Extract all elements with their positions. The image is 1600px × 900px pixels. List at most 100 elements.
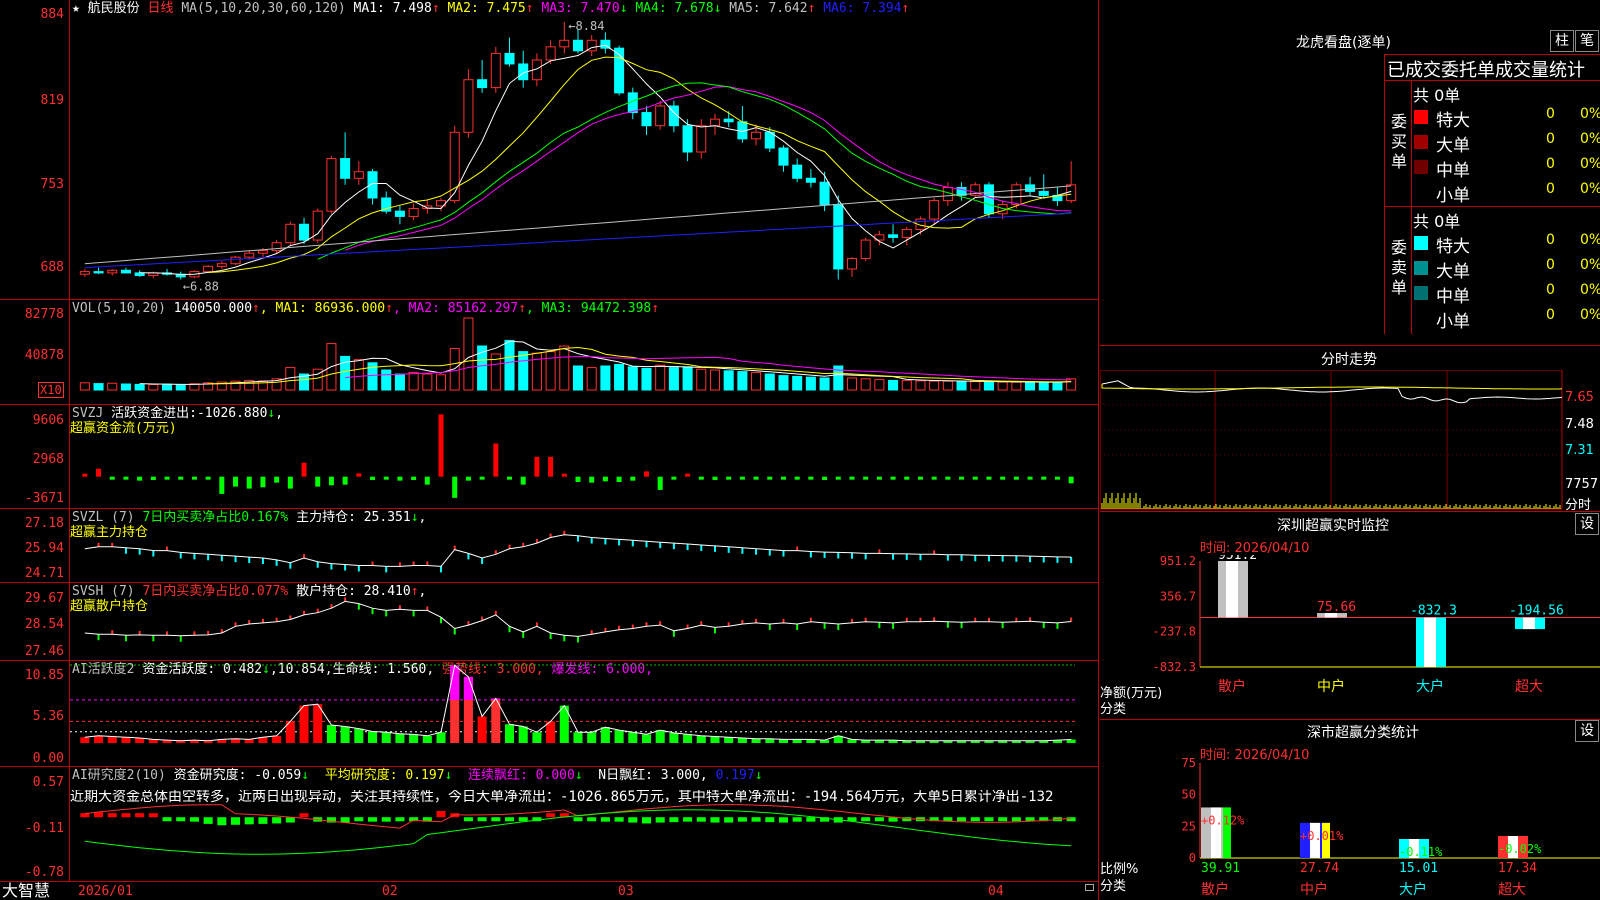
svzj-chart[interactable] <box>70 405 1098 508</box>
research-bar <box>957 817 967 822</box>
brand-logo: 大智慧 <box>2 881 51 900</box>
fundflow-bar <box>520 476 526 485</box>
activity-bar <box>724 737 734 743</box>
candle-body <box>203 265 214 273</box>
candle-body <box>833 204 844 270</box>
class-bar-label: 15.01 <box>1399 861 1438 876</box>
order-side-label: 委卖单 <box>1390 238 1407 297</box>
candle-body <box>805 177 816 183</box>
research-bar <box>655 817 665 823</box>
lock-icon[interactable] <box>1085 884 1094 891</box>
candle-body <box>901 229 912 238</box>
research-bar <box>340 817 350 823</box>
tick-mode-button[interactable]: 笔 <box>1575 30 1599 52</box>
svzj-y-tick: -3671 <box>24 491 64 506</box>
research-bar <box>381 817 391 822</box>
holding-line <box>84 600 1072 637</box>
activity-bar <box>326 725 336 743</box>
volume-bar <box>175 384 186 391</box>
candlestick-chart[interactable]: ←8.84 ←6.88 <box>70 0 1098 298</box>
volume-bar <box>915 380 926 391</box>
volume-bar <box>162 383 173 391</box>
bar-mode-button[interactable]: 柱 <box>1550 30 1574 52</box>
ai1-chart[interactable] <box>70 661 1098 766</box>
monitor-settings-button[interactable]: 设 <box>1575 513 1599 535</box>
research-bar <box>710 817 720 823</box>
monitor-y-tick: -832.3 <box>1153 660 1196 674</box>
fundflow-bar <box>96 468 102 477</box>
candle-body <box>299 223 310 241</box>
high-price-label: ←8.84 <box>568 19 604 33</box>
volume-bar <box>435 374 447 391</box>
class-bar-change: -0.11% <box>1399 845 1443 859</box>
intraday-chart[interactable] <box>1100 370 1600 510</box>
candle-body <box>490 52 501 89</box>
order-type-label: 大单 <box>1436 136 1470 156</box>
order-color-swatch <box>1414 135 1428 149</box>
volume-bar <box>956 381 967 391</box>
research-bar <box>463 817 473 822</box>
svzl-chart[interactable] <box>70 509 1098 582</box>
svsh-chart[interactable] <box>70 583 1098 660</box>
research-bar <box>436 811 446 818</box>
activity-bar <box>395 733 405 743</box>
research-bar <box>477 817 487 822</box>
fundflow-bar <box>123 476 129 480</box>
research-bar <box>806 817 816 822</box>
class-chart[interactable]: 75 50 25 0 +0.12% 39.91 散户 +0.01% 27.74 中户 -0.11% 1… <box>1100 755 1600 900</box>
candle-body <box>463 79 474 133</box>
candle-body <box>504 52 515 65</box>
order-type-label: 特大 <box>1436 237 1470 257</box>
volume-bar <box>709 369 721 391</box>
fundflow-bar <box>890 476 896 480</box>
fundflow-bar <box>917 476 923 480</box>
activity-bar <box>751 738 761 743</box>
right-panel-divider <box>1098 0 1099 900</box>
research-bar <box>737 817 747 822</box>
activity-bar <box>436 732 446 743</box>
candle-body <box>778 147 789 166</box>
fundflow-bar <box>698 476 704 480</box>
activity-bar <box>518 726 528 743</box>
divider <box>1100 345 1600 346</box>
x-label: 02 <box>382 884 398 899</box>
intraday-vol-tick: 7757 <box>1565 477 1599 492</box>
class-category: 散户 <box>1201 881 1229 898</box>
activity-bar <box>792 739 802 743</box>
vol-unit-badge[interactable]: X10 <box>38 382 64 398</box>
ai1-y-tick: 10.85 <box>24 668 64 683</box>
fundflow-bar <box>1000 476 1006 480</box>
volume-chart[interactable] <box>70 300 1098 404</box>
intraday-y-tick: 7.31 <box>1565 443 1594 458</box>
volume-bar <box>559 345 570 391</box>
research-bar <box>724 817 734 823</box>
vol-ma-line <box>208 346 1072 385</box>
lhb-title: 龙虎看盘(逐单) <box>1296 35 1391 51</box>
volume-bar <box>764 373 775 391</box>
activity-bar <box>340 726 350 743</box>
candle-body <box>285 223 296 244</box>
divider <box>1384 54 1600 55</box>
divider <box>1100 511 1600 512</box>
order-color-swatch <box>1414 236 1428 250</box>
ma-line <box>84 212 1072 269</box>
order-type-label: 中单 <box>1436 161 1470 181</box>
volume-bar <box>655 364 666 391</box>
candle-body <box>408 208 419 217</box>
research-bar <box>203 817 213 824</box>
volume-bar <box>1066 378 1077 391</box>
ai2-chart[interactable] <box>70 767 1098 881</box>
monitor-chart[interactable]: 951.2 356.7 -237.8 -832.3 951.2 散户 75.66 中户 -832… <box>1100 555 1600 720</box>
activity-bar <box>669 732 679 743</box>
x-axis-line <box>0 881 1098 882</box>
lhb-tabs[interactable]: 已成交委托单成交量统计 <box>1387 56 1585 82</box>
order-color-swatch <box>1414 185 1428 199</box>
fundflow-bar <box>972 476 978 480</box>
research-bar <box>285 817 295 823</box>
volume-bar <box>682 366 693 391</box>
activity-bar <box>368 731 378 743</box>
fundflow-bar <box>315 476 321 487</box>
class-settings-button[interactable]: 设 <box>1575 720 1599 742</box>
fundflow-bar <box>424 476 430 485</box>
research-bar <box>669 817 679 823</box>
